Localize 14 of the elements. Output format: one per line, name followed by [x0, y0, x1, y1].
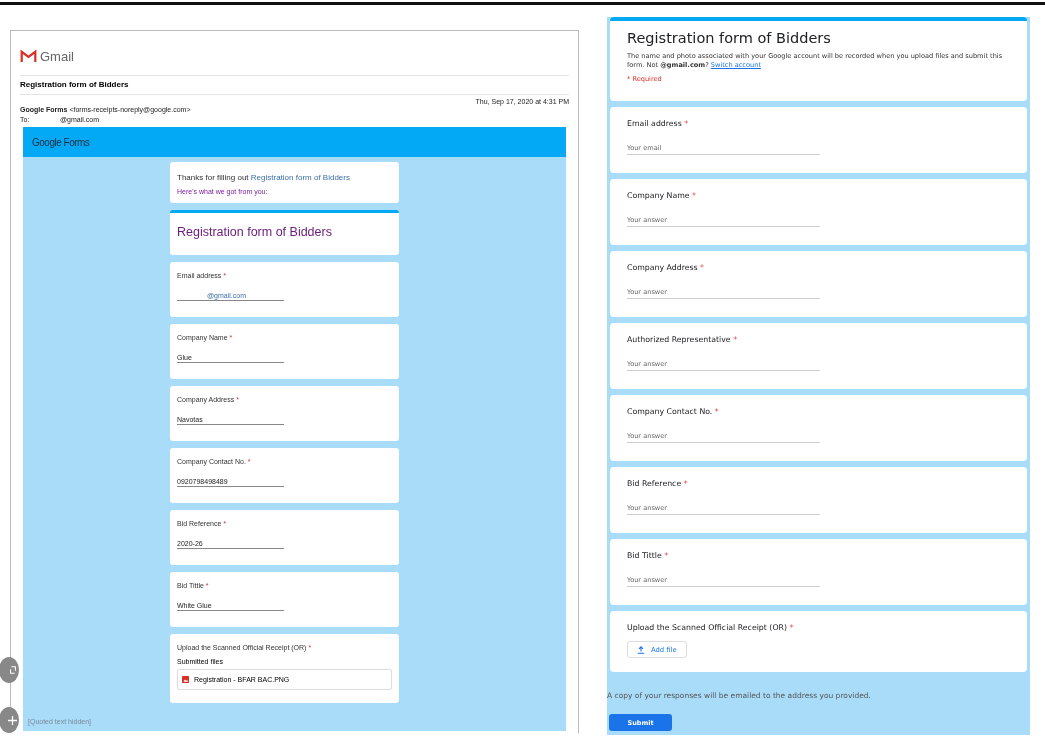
add-button[interactable] — [0, 707, 19, 733]
expand-icon — [9, 666, 17, 674]
upload-icon — [637, 645, 645, 654]
image-file-icon — [182, 676, 189, 683]
email-subject: Registration form of Bidders — [20, 76, 569, 95]
plus-icon — [8, 715, 17, 725]
expand-button[interactable] — [0, 657, 19, 683]
gmail-brand: Gmail — [40, 48, 74, 64]
form-link[interactable]: Registration form of Bidders — [250, 173, 350, 182]
form-title: Registration form of Bidders — [627, 30, 832, 46]
thanks-text: Thanks for filling out Registration form of Bidders — [177, 173, 351, 182]
envelope-m-icon — [20, 49, 37, 63]
form-title: Registration form of Bidders — [177, 225, 333, 239]
forms-banner: Google Forms — [23, 127, 566, 157]
